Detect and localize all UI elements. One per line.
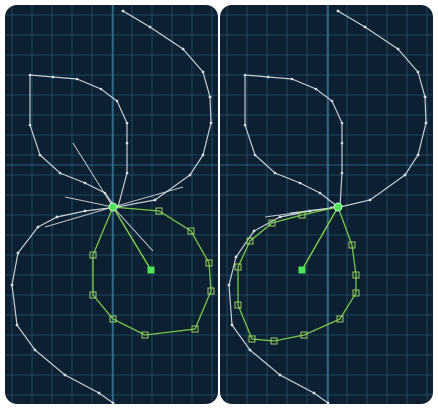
curve-node[interactable] — [33, 348, 37, 352]
loop-node[interactable] — [243, 73, 247, 77]
loop-node[interactable] — [318, 191, 322, 195]
curve-node[interactable] — [36, 225, 40, 229]
curve-node[interactable] — [148, 25, 152, 29]
loop-node[interactable] — [340, 171, 344, 175]
left-canvas-panel[interactable] — [5, 5, 218, 404]
left-curve-editor[interactable] — [5, 5, 218, 404]
curve-node[interactable] — [403, 173, 407, 177]
loop-node[interactable] — [340, 121, 344, 125]
curve-node[interactable] — [248, 348, 252, 352]
curve-node[interactable] — [209, 121, 213, 125]
curve-node[interactable] — [252, 229, 256, 233]
curve-node[interactable] — [416, 70, 420, 74]
pivot-anchor[interactable] — [108, 202, 118, 212]
curve-node[interactable] — [227, 283, 231, 287]
curve-node[interactable] — [208, 95, 212, 99]
curve-node[interactable] — [234, 255, 238, 259]
curve-node[interactable] — [201, 70, 205, 74]
curve-node[interactable] — [188, 173, 192, 177]
loop-node[interactable] — [125, 171, 129, 175]
curve-node[interactable] — [97, 391, 101, 395]
curve-node[interactable] — [63, 373, 67, 377]
curve-node[interactable] — [423, 95, 427, 99]
loop-node[interactable] — [273, 171, 277, 175]
loop-node[interactable] — [125, 121, 129, 125]
curve-node[interactable] — [121, 9, 125, 13]
loop-node[interactable] — [253, 153, 257, 157]
loop-node[interactable] — [115, 99, 119, 103]
loop-node[interactable] — [290, 77, 294, 81]
curve-node[interactable] — [15, 323, 19, 327]
curve-node[interactable] — [16, 251, 20, 255]
curve-node[interactable] — [396, 47, 400, 51]
loop-node[interactable] — [99, 87, 103, 91]
loop-node[interactable] — [340, 141, 344, 145]
loop-node[interactable] — [28, 73, 32, 77]
loop-node[interactable] — [75, 77, 79, 81]
curve-node[interactable] — [424, 121, 428, 125]
loop-node[interactable] — [314, 87, 318, 91]
curve-node[interactable] — [230, 323, 234, 327]
right-canvas-panel[interactable] — [220, 5, 433, 404]
loop-node[interactable] — [83, 181, 87, 185]
loop-node[interactable] — [125, 141, 129, 145]
loop-node[interactable] — [330, 99, 334, 103]
curve-node[interactable] — [201, 153, 205, 157]
curve-node[interactable] — [83, 209, 87, 213]
pivot-anchor[interactable] — [333, 202, 343, 212]
curve-node[interactable] — [363, 25, 367, 29]
loop-node[interactable] — [298, 181, 302, 185]
loop-node[interactable] — [28, 123, 32, 127]
active-point-handle[interactable] — [147, 266, 155, 274]
loop-node[interactable] — [51, 75, 55, 79]
loop-node[interactable] — [38, 153, 42, 157]
canvas-background — [220, 5, 433, 404]
curve-node[interactable] — [10, 283, 14, 287]
loop-node[interactable] — [58, 171, 62, 175]
loop-node[interactable] — [266, 75, 270, 79]
active-point-handle[interactable] — [298, 266, 306, 274]
comparison-canvas — [0, 0, 438, 409]
curve-node[interactable] — [278, 215, 282, 219]
curve-node[interactable] — [153, 198, 157, 202]
right-curve-editor[interactable] — [220, 5, 433, 404]
curve-node[interactable] — [336, 9, 340, 13]
curve-node[interactable] — [368, 198, 372, 202]
curve-node[interactable] — [55, 215, 59, 219]
curve-node[interactable] — [312, 391, 316, 395]
curve-node[interactable] — [416, 153, 420, 157]
loop-node[interactable] — [243, 123, 247, 127]
curve-node[interactable] — [181, 47, 185, 51]
curve-node[interactable] — [278, 373, 282, 377]
